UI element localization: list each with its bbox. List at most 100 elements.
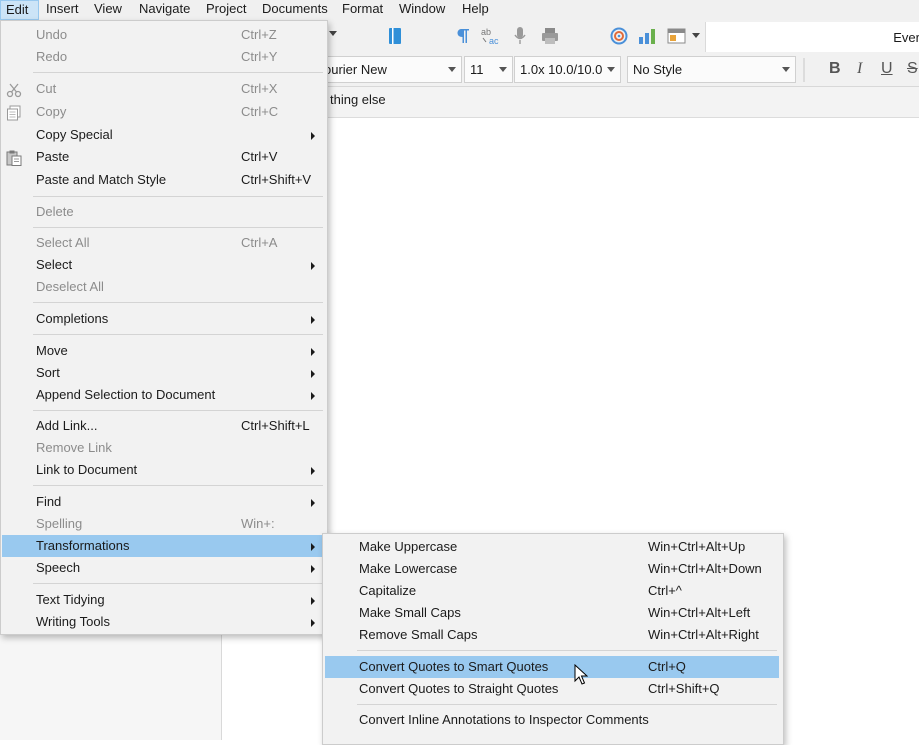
chevron-down-icon (499, 67, 507, 72)
menu-item-select[interactable]: Select (2, 254, 326, 276)
chevron-down-icon (607, 67, 615, 72)
menu-item-add-link[interactable]: Add Link... Ctrl+Shift+L (2, 415, 326, 437)
menu-item-find[interactable]: Find (2, 491, 326, 513)
menu-item-move[interactable]: Move (2, 340, 326, 362)
menu-separator (33, 227, 323, 228)
line-spacing-select[interactable]: 1.0x 10.0/10.0 (514, 56, 621, 83)
svg-text:ac: ac (489, 36, 499, 46)
menu-separator (33, 583, 323, 584)
scissors-icon (6, 82, 22, 98)
menu-item-remove-link[interactable]: Remove Link (2, 437, 326, 459)
submenu-arrow-icon (311, 467, 315, 475)
menu-edit[interactable]: Edit (0, 0, 39, 20)
search-field-text: Ever (893, 30, 919, 45)
menu-separator (33, 485, 323, 486)
menu-item-redo[interactable]: Redo Ctrl+Y (2, 46, 326, 68)
menu-item-make-small-caps[interactable]: Make Small Caps Win+Ctrl+Alt+Left (324, 602, 780, 624)
dropdown-arrow-icon[interactable] (329, 30, 337, 38)
chevron-down-icon (448, 67, 456, 72)
line-spacing-value: 1.0x 10.0/10.0 (520, 62, 603, 77)
submenu-arrow-icon (311, 348, 315, 356)
menu-item-make-lowercase[interactable]: Make Lowercase Win+Ctrl+Alt+Down (324, 558, 780, 580)
menu-item-convert-straight-quotes[interactable]: Convert Quotes to Straight Quotes Ctrl+Sh… (324, 678, 780, 700)
printer-icon[interactable] (541, 27, 559, 45)
menu-item-completions[interactable]: Completions (2, 308, 326, 330)
submenu-arrow-icon (311, 316, 315, 324)
menu-item-text-tidying[interactable]: Text Tidying (2, 589, 326, 611)
edit-menu: Undo Ctrl+Z Redo Ctrl+Y Cut Ctrl+X Copy Ctrl… (0, 20, 328, 635)
menu-item-convert-smart-quotes[interactable]: Convert Quotes to Smart Quotes Ctrl+Q (325, 656, 779, 678)
menu-item-writing-tools[interactable]: Writing Tools (2, 611, 326, 633)
style-select[interactable]: No Style (627, 56, 796, 83)
menu-help[interactable]: Help (457, 0, 494, 20)
target-icon[interactable] (610, 27, 628, 45)
submenu-arrow-icon (311, 619, 315, 627)
paragraph-icon[interactable] (455, 27, 471, 45)
search-field[interactable]: Ever (705, 22, 919, 52)
font-family-value: ourier New (324, 62, 387, 77)
menu-window[interactable]: Window (394, 0, 450, 20)
ab-ac-replace-icon[interactable]: ab ac (480, 26, 504, 46)
menu-documents[interactable]: Documents (257, 0, 333, 20)
strikethrough-button[interactable]: S (907, 60, 918, 78)
copy-icon (6, 105, 22, 121)
menu-item-delete[interactable]: Delete (2, 201, 326, 223)
menu-separator (357, 704, 777, 705)
bar-chart-icon[interactable] (638, 27, 656, 45)
menu-item-copy[interactable]: Copy Ctrl+C (2, 101, 326, 123)
menu-separator (33, 410, 323, 411)
layout-icon[interactable] (667, 27, 687, 45)
menu-item-speech[interactable]: Speech (2, 557, 326, 579)
menu-item-link-to-document[interactable]: Link to Document (2, 459, 326, 481)
menu-separator (33, 196, 323, 197)
document-title: thing else (330, 92, 386, 107)
notebook-icon[interactable] (387, 27, 403, 45)
menu-item-paste-match-style[interactable]: Paste and Match Style Ctrl+Shift+V (2, 169, 326, 191)
menu-project[interactable]: Project (201, 0, 251, 20)
font-size-select[interactable]: 11 (464, 56, 513, 83)
mouse-cursor-icon (574, 663, 589, 689)
submenu-arrow-icon (311, 262, 315, 270)
menu-item-capitalize[interactable]: Capitalize Ctrl+^ (324, 580, 780, 602)
menu-insert[interactable]: Insert (41, 0, 84, 20)
menu-item-remove-small-caps[interactable]: Remove Small Caps Win+Ctrl+Alt+Right (324, 624, 780, 646)
chevron-down-icon (782, 67, 790, 72)
underline-button[interactable]: U (881, 60, 893, 78)
menubar: Edit Insert View Navigate Project Docume… (0, 0, 919, 20)
submenu-arrow-icon (311, 370, 315, 378)
transformations-submenu: Make Uppercase Win+Ctrl+Alt+Up Make Lower… (322, 533, 784, 745)
font-size-value: 11 (470, 62, 484, 77)
submenu-arrow-icon (311, 392, 315, 400)
menu-item-sort[interactable]: Sort (2, 362, 326, 384)
menu-item-append-selection[interactable]: Append Selection to Document (2, 384, 326, 406)
menu-format[interactable]: Format (337, 0, 388, 20)
menu-item-convert-inline-annotations[interactable]: Convert Inline Annotations to Inspector … (324, 709, 780, 731)
menu-item-copy-special[interactable]: Copy Special (2, 124, 326, 146)
submenu-arrow-icon (311, 565, 315, 573)
clipboard-icon (6, 150, 22, 166)
italic-button[interactable]: I (857, 60, 862, 78)
style-value: No Style (633, 62, 683, 77)
menu-item-undo[interactable]: Undo Ctrl+Z (2, 24, 326, 46)
bold-button[interactable]: B (829, 60, 841, 78)
submenu-arrow-icon (311, 597, 315, 605)
submenu-arrow-icon (311, 499, 315, 507)
menu-item-make-uppercase[interactable]: Make Uppercase Win+Ctrl+Alt+Up (324, 536, 780, 558)
microphone-icon[interactable] (512, 26, 528, 46)
menu-item-deselect-all[interactable]: Deselect All (2, 276, 326, 298)
menu-item-paste[interactable]: Paste Ctrl+V (2, 146, 326, 168)
menu-item-spelling[interactable]: Spelling Win+: (2, 513, 326, 535)
menu-view[interactable]: View (89, 0, 127, 20)
menu-separator (33, 334, 323, 335)
submenu-arrow-icon (311, 132, 315, 140)
menu-item-transformations[interactable]: Transformations (2, 535, 326, 557)
menu-item-select-all[interactable]: Select All Ctrl+A (2, 232, 326, 254)
menu-navigate[interactable]: Navigate (134, 0, 195, 20)
font-family-select[interactable]: ourier New (318, 56, 462, 83)
menu-item-cut[interactable]: Cut Ctrl+X (2, 78, 326, 100)
menu-separator (33, 302, 323, 303)
menu-separator (357, 650, 777, 651)
submenu-arrow-icon (311, 543, 315, 551)
dropdown-arrow-icon[interactable] (692, 33, 700, 39)
toolbar-divider (803, 58, 805, 82)
